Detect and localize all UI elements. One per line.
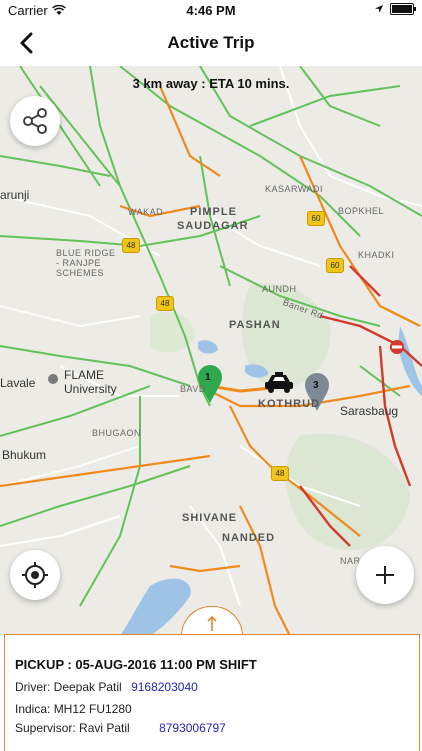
- vehicle-label: Indica: MH12 FU1280: [15, 702, 132, 716]
- stop-marker[interactable]: 3: [313, 380, 319, 391]
- highway-shield: 60: [307, 211, 325, 226]
- driver-row: Driver: Deepak Patil 9168203040: [15, 680, 198, 694]
- pickup-title: PICKUP : 05-AUG-2016 11:00 PM SHIFT: [15, 657, 257, 672]
- share-button[interactable]: [10, 96, 60, 146]
- driver-label: Driver: Deepak Patil: [15, 680, 122, 694]
- university-icon: [48, 374, 58, 384]
- supervisor-phone-link[interactable]: 8793006797: [159, 721, 226, 735]
- map-label-pashan: PASHAN: [229, 319, 281, 331]
- map-label-aundh: AUNDH: [262, 284, 297, 294]
- map-label-bhukum: Bhukum: [2, 448, 47, 462]
- map-label-ranjpe: - RANJPE: [56, 258, 102, 268]
- navigation-bar: Active Trip: [0, 22, 422, 67]
- map-label-university: University: [64, 382, 117, 396]
- map-label-kothrud: KOTHRUD: [258, 398, 320, 410]
- highway-shield: 48: [156, 296, 174, 311]
- status-time: 4:46 PM: [186, 3, 236, 18]
- highway-shield: 48: [271, 466, 289, 481]
- location-arrow-icon: [375, 5, 383, 13]
- map-label-lavale: Lavale: [0, 376, 36, 390]
- map-label-blue-ridge: BLUE RIDGE: [56, 248, 116, 258]
- map-label-kasarwadi: KASARWADI: [265, 184, 324, 194]
- map-label-nanded: NANDED: [222, 532, 276, 544]
- map-label-bhugaon: BHUGAON: [92, 428, 142, 438]
- map-label-shivane: SHIVANE: [182, 512, 238, 524]
- eta-label: 3 km away : ETA 10 mins.: [132, 76, 290, 91]
- supervisor-label: Supervisor: Ravi Patil: [15, 721, 130, 735]
- my-location-button[interactable]: [10, 550, 60, 600]
- share-icon: [23, 108, 47, 134]
- map-label-marunji: arunji: [0, 188, 30, 202]
- pickup-marker[interactable]: 1: [205, 372, 211, 383]
- battery-icon: [390, 3, 416, 15]
- driver-phone-link[interactable]: 9168203040: [131, 680, 198, 694]
- map-label-bopkhel: BOPKHEL: [338, 206, 385, 216]
- page-title: Active Trip: [167, 33, 255, 52]
- map-label-bavdhan: BAVD: [180, 384, 206, 394]
- map-label-flame: FLAME: [64, 368, 105, 382]
- vehicle-row: Indica: MH12 FU1280: [15, 702, 132, 716]
- highway-shield: 48: [122, 238, 140, 253]
- map-label-khadki: KHADKI: [358, 250, 395, 260]
- highway-shield: 60: [326, 258, 344, 273]
- map-label-saudagar: SAUDAGAR: [177, 220, 249, 232]
- map-view[interactable]: 1 3 3 km away : ETA 10 mins. PIMPLE SAUD…: [0, 66, 422, 636]
- taxi-icon: [265, 372, 293, 393]
- add-button[interactable]: [356, 546, 414, 604]
- map-label-sarasbaug: Sarasbaug: [340, 404, 399, 418]
- supervisor-row: Supervisor: Ravi Patil 8793006797: [15, 721, 226, 735]
- arrow-up-icon: [207, 615, 217, 631]
- crosshair-icon: [22, 562, 48, 588]
- trip-details-panel: PICKUP : 05-AUG-2016 11:00 PM SHIFT Driv…: [4, 634, 420, 751]
- plus-icon: [376, 566, 394, 584]
- map-label-wakad: WAKAD: [128, 207, 164, 217]
- status-bar: Carrier 4:46 PM: [0, 0, 422, 22]
- map-label-schemes: SCHEMES: [56, 268, 105, 278]
- map-label-pimple: PIMPLE: [190, 206, 237, 218]
